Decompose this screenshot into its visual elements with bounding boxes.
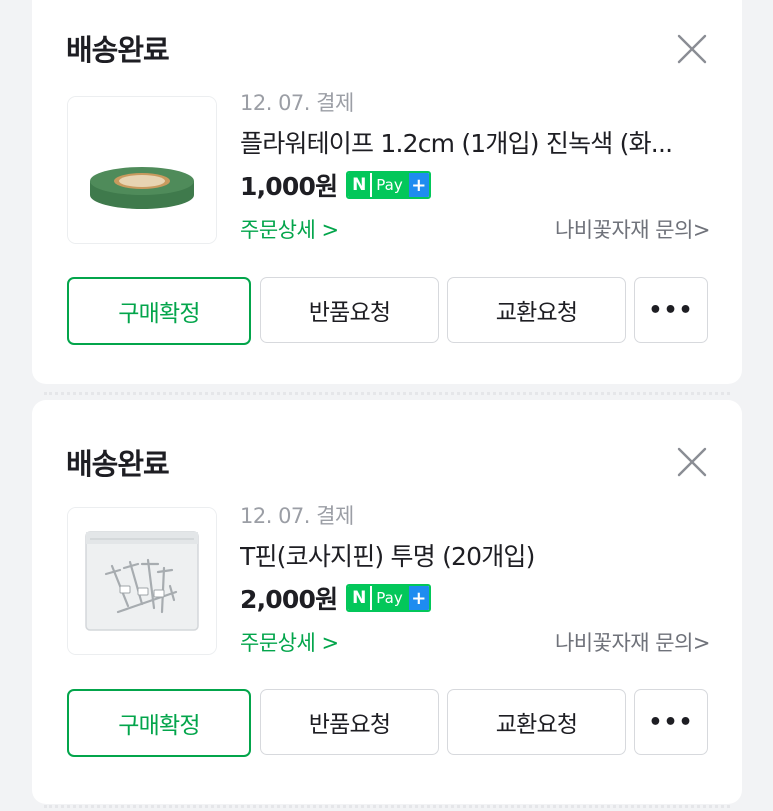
order-actions: 구매확정 반품요청 교환요청 ••• xyxy=(67,689,708,757)
product-price: 1,000원 xyxy=(240,172,338,201)
order-card: 배송완료 12. 07. 결제 T핀(코사지핀) 투명 (20개입) 2,000… xyxy=(32,400,742,804)
npay-plus-badge: N Pay + xyxy=(346,584,431,612)
npay-plus-badge: N Pay + xyxy=(346,171,431,199)
return-request-button[interactable]: 반품요청 xyxy=(260,689,439,755)
order-actions: 구매확정 반품요청 교환요청 ••• xyxy=(67,277,708,345)
order-list-page: 배송완료 12. 07. 결제 플라워테이프 1.2cm (1개입) 진녹색 (… xyxy=(0,0,773,811)
product-thumbnail[interactable] xyxy=(67,507,217,655)
order-card: 배송완료 12. 07. 결제 플라워테이프 1.2cm (1개입) 진녹색 (… xyxy=(32,0,742,384)
product-name[interactable]: T핀(코사지핀) 투명 (20개입) xyxy=(240,539,710,575)
product-name[interactable]: 플라워테이프 1.2cm (1개입) 진녹색 (화... xyxy=(240,126,710,162)
green-tape-roll-image xyxy=(68,97,216,243)
confirm-purchase-button[interactable]: 구매확정 xyxy=(67,689,251,757)
price-row: 2,000원 N Pay + xyxy=(240,579,710,617)
order-info: 12. 07. 결제 T핀(코사지핀) 투명 (20개입) 2,000원 N P… xyxy=(240,501,711,659)
more-options-button[interactable]: ••• xyxy=(634,689,708,755)
product-thumbnail[interactable] xyxy=(67,96,217,244)
payment-date: 12. 07. 결제 xyxy=(240,91,354,115)
npay-n-icon: N xyxy=(348,173,371,197)
seller-inquiry-link[interactable]: 나비꽃자재 문의> xyxy=(555,627,711,657)
exchange-request-button[interactable]: 교환요청 xyxy=(447,689,626,755)
plus-icon: + xyxy=(408,586,429,610)
order-detail-link[interactable]: 주문상세 > xyxy=(240,214,339,244)
seller-inquiry-link[interactable]: 나비꽃자재 문의> xyxy=(555,214,711,244)
product-price: 2,000원 xyxy=(240,585,338,614)
links-row: 주문상세 > 나비꽃자재 문의> xyxy=(240,212,711,246)
npay-label: Pay xyxy=(370,586,409,610)
npay-n-icon: N xyxy=(348,586,371,610)
card-divider xyxy=(44,805,730,808)
more-options-button[interactable]: ••• xyxy=(634,277,708,343)
card-divider xyxy=(44,392,730,395)
links-row: 주문상세 > 나비꽃자재 문의> xyxy=(240,625,711,659)
order-info: 12. 07. 결제 플라워테이프 1.2cm (1개입) 진녹색 (화... … xyxy=(240,88,711,246)
payment-date: 12. 07. 결제 xyxy=(240,504,354,528)
plus-icon: + xyxy=(408,173,429,197)
npay-label: Pay xyxy=(370,173,409,197)
delivery-status: 배송완료 xyxy=(66,33,170,67)
more-icon: ••• xyxy=(648,297,694,323)
close-icon[interactable] xyxy=(676,446,708,478)
more-icon: ••• xyxy=(648,709,694,735)
delivery-status: 배송완료 xyxy=(66,447,170,481)
return-request-button[interactable]: 반품요청 xyxy=(260,277,439,343)
confirm-purchase-button[interactable]: 구매확정 xyxy=(67,277,251,345)
order-detail-link[interactable]: 주문상세 > xyxy=(240,627,339,657)
exchange-request-button[interactable]: 교환요청 xyxy=(447,277,626,343)
price-row: 1,000원 N Pay + xyxy=(240,166,710,204)
t-pin-bag-image xyxy=(68,508,216,654)
close-icon[interactable] xyxy=(676,33,708,65)
